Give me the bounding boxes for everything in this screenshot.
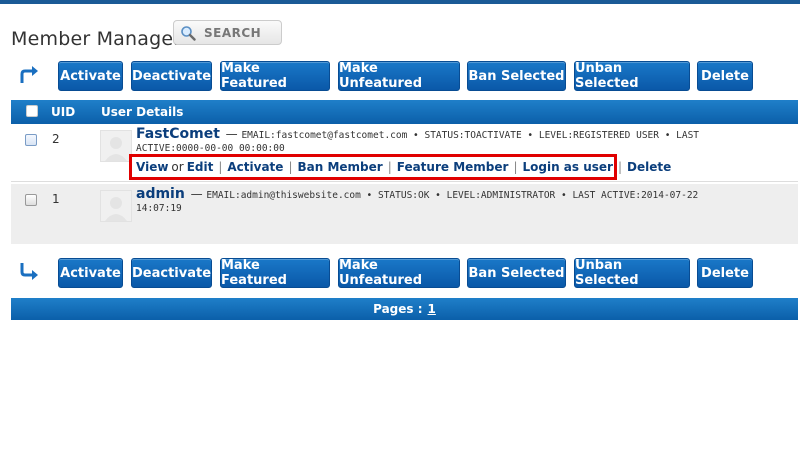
avatar <box>100 190 132 222</box>
arrow-up-right-icon <box>20 66 38 83</box>
activate-button-bottom[interactable]: Activate <box>58 258 123 288</box>
page-link-1[interactable]: 1 <box>428 302 436 316</box>
row-uid: 1 <box>52 192 60 206</box>
unban-selected-button-bottom[interactable]: Unban Selected <box>574 258 690 288</box>
make-unfeatured-button[interactable]: Make Unfeatured <box>338 61 460 91</box>
avatar <box>100 130 132 162</box>
delete-button[interactable]: Delete <box>697 61 753 91</box>
search-label: SEARCH <box>204 25 262 40</box>
user-silhouette-icon <box>105 197 127 221</box>
user-meta-cont: 14:07:19 <box>136 203 182 214</box>
row-checkbox[interactable] <box>25 194 37 206</box>
table-row: 1 admin — EMAIL:admin@thiswebsite.com • … <box>11 184 798 244</box>
row-checkbox[interactable] <box>25 134 37 146</box>
arrow-down-right-icon <box>20 263 38 280</box>
search-button[interactable]: SEARCH <box>173 20 282 45</box>
unban-selected-button[interactable]: Unban Selected <box>574 61 690 91</box>
view-link[interactable]: View <box>136 160 168 174</box>
make-unfeatured-button-bottom[interactable]: Make Unfeatured <box>338 258 460 288</box>
deactivate-button-bottom[interactable]: Deactivate <box>131 258 212 288</box>
user-silhouette-icon <box>105 137 127 161</box>
user-meta: EMAIL:fastcomet@fastcomet.com • STATUS:T… <box>241 130 700 141</box>
user-meta: EMAIL:admin@thiswebsite.com • STATUS:OK … <box>206 190 699 201</box>
login-as-user-link[interactable]: Login as user <box>522 160 612 174</box>
ban-selected-button[interactable]: Ban Selected <box>467 61 566 91</box>
feature-member-link[interactable]: Feature Member <box>397 160 509 174</box>
make-featured-button-bottom[interactable]: Make Featured <box>220 258 330 288</box>
edit-link[interactable]: Edit <box>187 160 214 174</box>
page-title: Member Manager <box>11 28 182 50</box>
top-border <box>0 0 800 4</box>
ban-member-link[interactable]: Ban Member <box>297 160 382 174</box>
magnifier-icon <box>181 25 196 41</box>
activate-button[interactable]: Activate <box>58 61 123 91</box>
user-meta-cont: ACTIVE:0000-00-00 00:00:00 <box>136 143 285 154</box>
delete-link[interactable]: Delete <box>627 160 671 174</box>
row-actions-highlight: View or Edit | Activate | Ban Member | F… <box>129 154 671 180</box>
row-uid: 2 <box>52 132 60 146</box>
make-featured-button[interactable]: Make Featured <box>220 61 330 91</box>
or-text: or <box>171 160 184 174</box>
ban-selected-button-bottom[interactable]: Ban Selected <box>467 258 566 288</box>
username-link[interactable]: admin <box>136 186 185 202</box>
activate-link[interactable]: Activate <box>227 160 283 174</box>
table-row: 2 FastComet — EMAIL:fastcomet@fastcomet.… <box>11 124 798 182</box>
deactivate-button[interactable]: Deactivate <box>131 61 212 91</box>
column-uid: UID <box>51 105 76 119</box>
user-details: FastComet — EMAIL:fastcomet@fastcomet.co… <box>136 126 700 154</box>
pages-label: Pages : <box>373 302 423 316</box>
column-user-details: User Details <box>101 105 184 119</box>
select-all-checkbox[interactable] <box>26 105 38 117</box>
table-header: UID User Details <box>11 100 798 124</box>
delete-button-bottom[interactable]: Delete <box>697 258 753 288</box>
pagination-bar: Pages : 1 <box>11 298 798 320</box>
username-link[interactable]: FastComet <box>136 126 220 142</box>
user-details: admin — EMAIL:admin@thiswebsite.com • ST… <box>136 186 699 214</box>
